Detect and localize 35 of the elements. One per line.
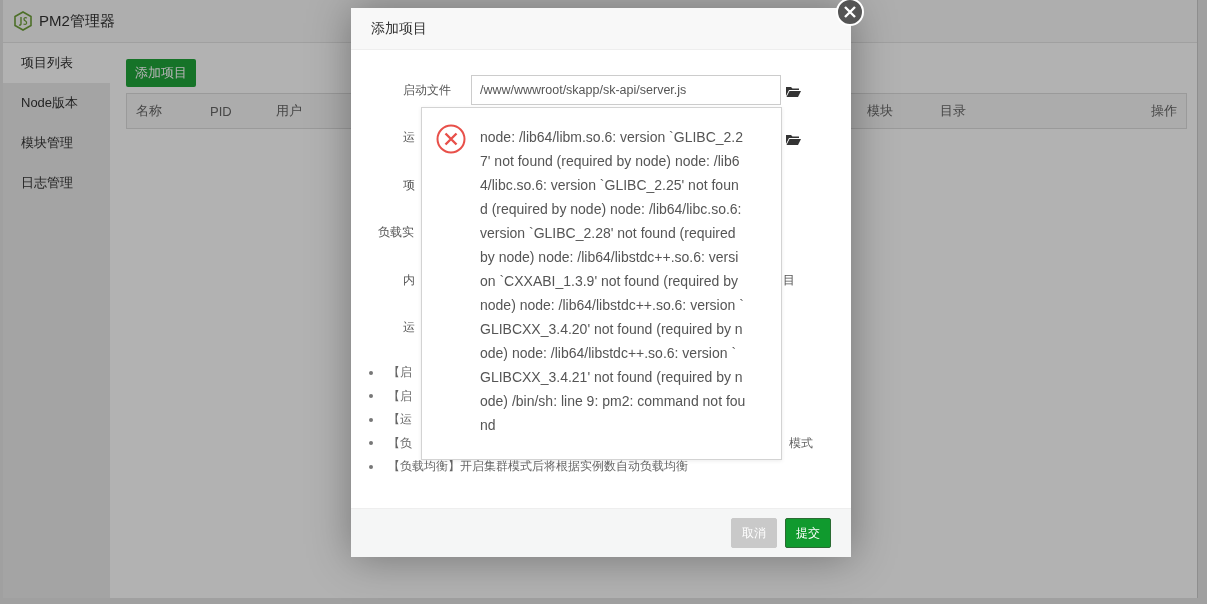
note-text: 模式: [789, 434, 813, 452]
field-label: 项: [403, 176, 416, 194]
bullet-icon: [369, 464, 373, 469]
sidebar-item[interactable]: Node版本: [3, 83, 110, 123]
column-header: PID: [210, 103, 233, 119]
note-text: 【启: [388, 364, 412, 382]
sidebar-item[interactable]: 项目列表: [3, 43, 110, 83]
field-label: 负载实: [378, 224, 415, 241]
field-label: 运: [403, 319, 416, 336]
column-header: 名称: [136, 102, 163, 120]
field-label: 启动文件: [403, 81, 452, 99]
error-message: node: /lib64/libm.so.6: version `GLIBC_2.27' not found (required by node) node: /lib64/libc.so.6: version `GLIBC_2.25' not found (required by node) node: /lib64/libc.so.6: version `GLIBC_2.28' not found (required by node) node: /lib64/libstdc++.so.6: version `CXXABI_1.3.9' not found (required by node) node: /lib64/libstdc++.so.6: version `GLIBCXX_3.4.20' not found (required by node) node: /lib64/libstdc++.so.6: version `GLIBCXX_3.4.21' not found (required by node) /bin/sh: line 9: pm2: command not found: [480, 128, 746, 435]
column-header: 操作: [1151, 102, 1177, 120]
note-text: 【负载均衡】开启集群模式后将根据实例数自动负载均衡: [388, 458, 688, 476]
bullet-icon: [369, 394, 373, 399]
error-icon: [436, 124, 466, 154]
sidebar-item[interactable]: 模块管理: [3, 123, 110, 163]
submit-button[interactable]: 提交: [785, 518, 831, 548]
bullet-icon: [369, 441, 373, 446]
app-title: PM2管理器: [39, 11, 115, 31]
sidebar-item[interactable]: 日志管理: [3, 163, 110, 203]
start-file-field[interactable]: /www/wwwroot/skapp/sk-api/server.js: [471, 75, 781, 105]
bullet-icon: [369, 417, 373, 422]
field-label: 运: [403, 129, 416, 146]
note-text: 【运: [388, 411, 412, 429]
column-header: 用户: [276, 102, 303, 120]
note-text: 【负: [388, 434, 412, 452]
nodejs-logo-icon: [14, 11, 32, 31]
note-text: 【启: [388, 387, 412, 405]
field-text: 目: [783, 271, 795, 289]
bullet-icon: [369, 370, 373, 375]
dialog-title: 添加项目: [371, 19, 427, 38]
column-header: 目录: [940, 102, 967, 120]
column-header: 模块: [867, 102, 894, 120]
field-label: 内: [403, 271, 416, 289]
